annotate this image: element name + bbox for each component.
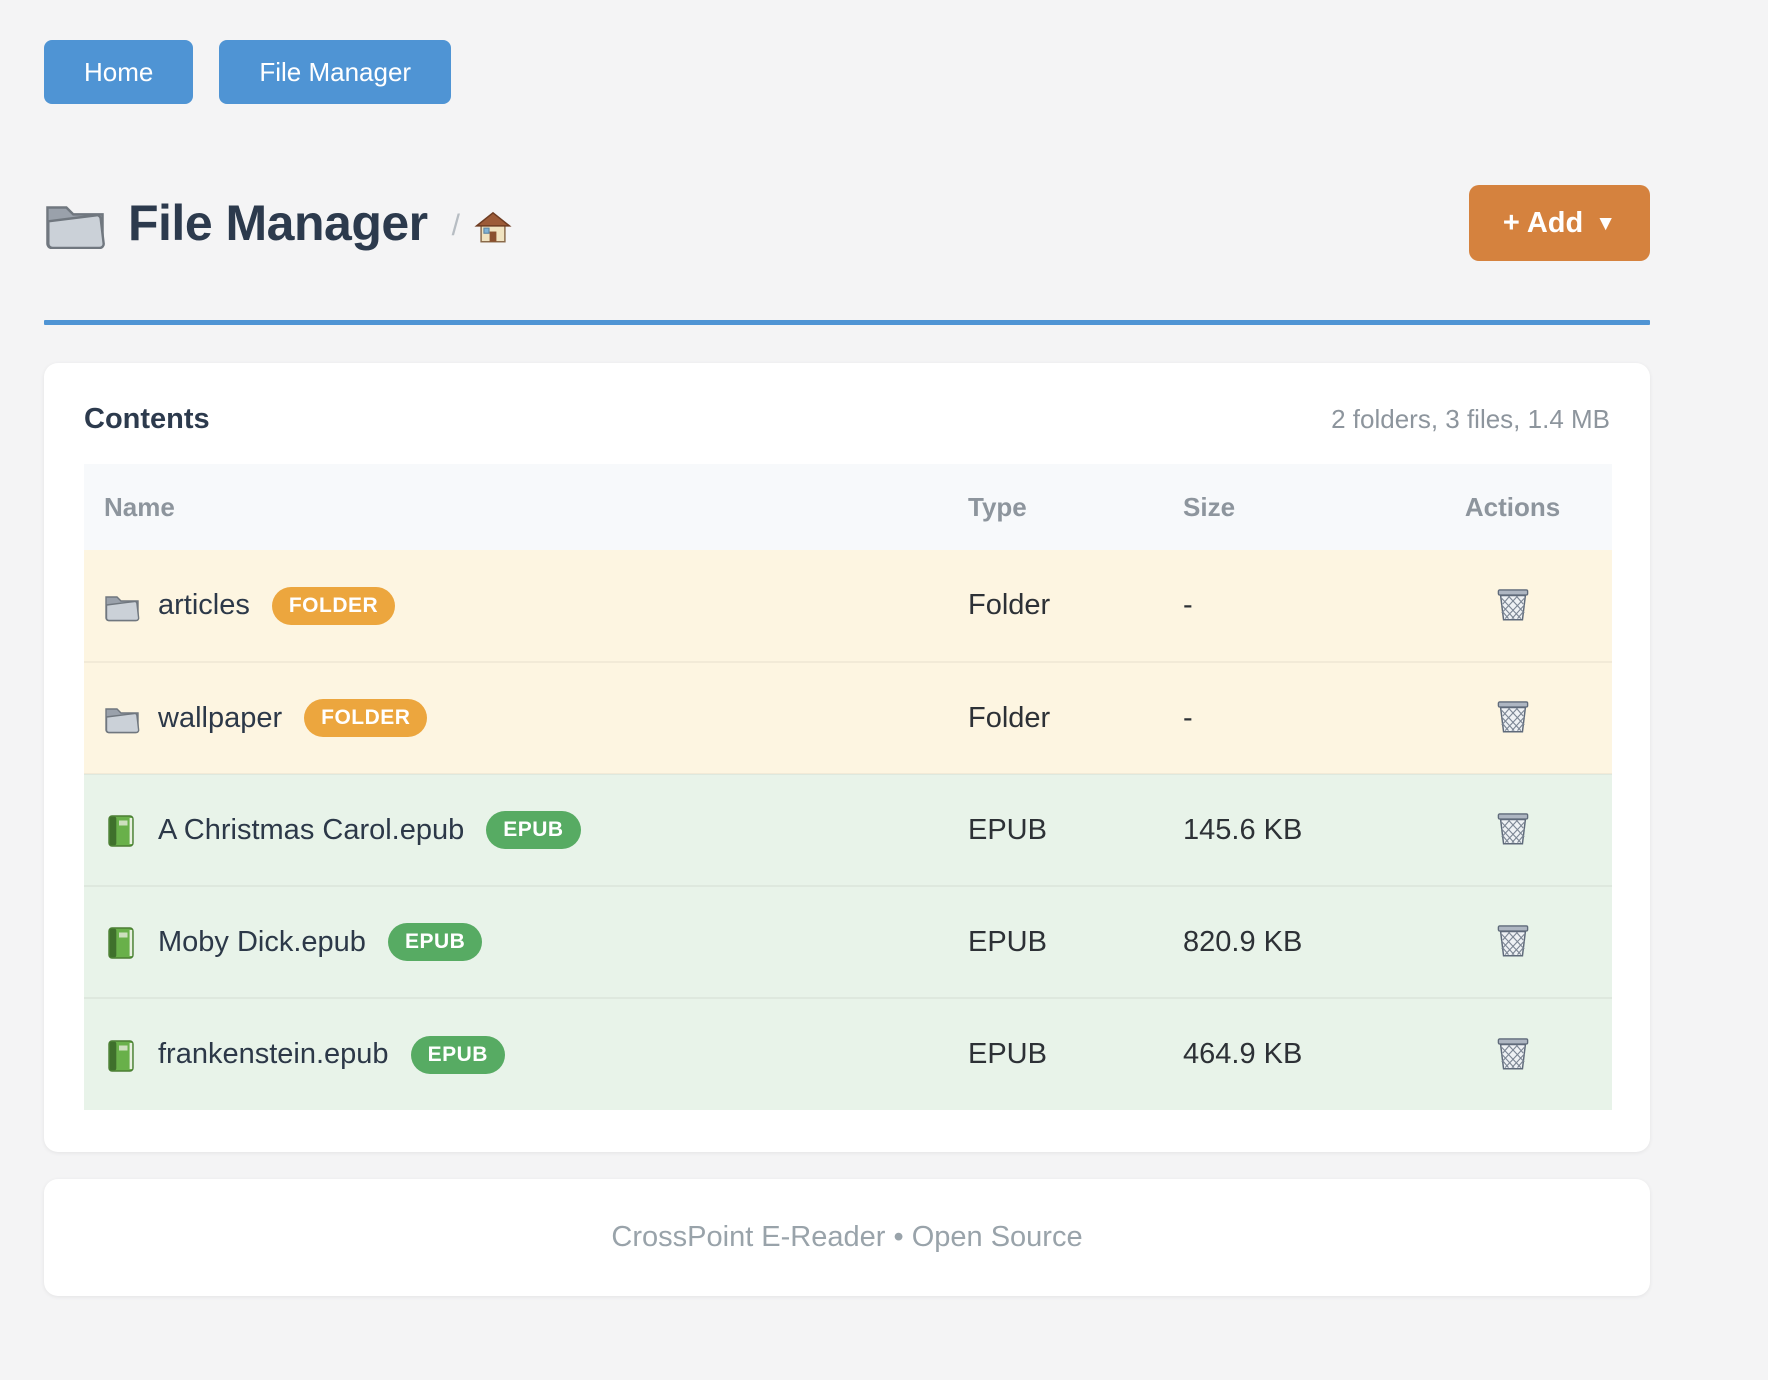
type-badge: FOLDER bbox=[272, 587, 395, 625]
home-button[interactable]: Home bbox=[44, 40, 193, 104]
size-cell: - bbox=[1183, 662, 1413, 774]
book-icon bbox=[104, 1039, 140, 1071]
table-header-row: Name Type Size Actions bbox=[84, 464, 1612, 550]
file-name[interactable]: Moby Dick.epub bbox=[158, 926, 366, 959]
type-badge: FOLDER bbox=[304, 699, 427, 737]
table-row-epub: A Christmas Carol.epub EPUB EPUB 145.6 K… bbox=[84, 774, 1612, 886]
column-header-size: Size bbox=[1183, 464, 1413, 550]
folder-icon bbox=[104, 702, 140, 734]
trash-icon bbox=[1495, 585, 1531, 623]
column-header-actions: Actions bbox=[1413, 464, 1612, 550]
file-name[interactable]: frankenstein.epub bbox=[158, 1038, 389, 1071]
folder-icon bbox=[44, 197, 106, 249]
type-cell: Folder bbox=[968, 550, 1183, 662]
breadcrumb-separator: / bbox=[452, 209, 460, 243]
file-table: Name Type Size Actions articles FOLDER F… bbox=[84, 464, 1612, 1110]
top-nav: Home File Manager bbox=[44, 40, 1650, 104]
chevron-down-icon: ▼ bbox=[1595, 213, 1616, 234]
contents-card: Contents 2 folders, 3 files, 1.4 MB Name… bbox=[44, 363, 1650, 1152]
file-name[interactable]: wallpaper bbox=[158, 702, 282, 735]
type-badge: EPUB bbox=[411, 1036, 505, 1074]
breadcrumb-home-link[interactable] bbox=[474, 210, 512, 244]
column-header-type: Type bbox=[968, 464, 1183, 550]
trash-icon bbox=[1495, 697, 1531, 735]
contents-summary: 2 folders, 3 files, 1.4 MB bbox=[1331, 404, 1610, 435]
page-title: File Manager bbox=[128, 194, 428, 252]
header-divider bbox=[44, 320, 1650, 325]
size-cell: 820.9 KB bbox=[1183, 886, 1413, 998]
footer-text: CrossPoint E-Reader • Open Source bbox=[611, 1221, 1082, 1254]
book-icon bbox=[104, 814, 140, 846]
footer: CrossPoint E-Reader • Open Source bbox=[44, 1179, 1650, 1296]
type-cell: EPUB bbox=[968, 774, 1183, 886]
size-cell: 464.9 KB bbox=[1183, 998, 1413, 1110]
delete-button[interactable] bbox=[1491, 917, 1535, 963]
delete-button[interactable] bbox=[1491, 693, 1535, 739]
file-manager-button[interactable]: File Manager bbox=[219, 40, 451, 104]
type-cell: EPUB bbox=[968, 886, 1183, 998]
file-name[interactable]: articles bbox=[158, 589, 250, 622]
add-button[interactable]: + Add ▼ bbox=[1469, 185, 1650, 261]
delete-button[interactable] bbox=[1491, 805, 1535, 851]
book-icon bbox=[104, 926, 140, 958]
type-badge: EPUB bbox=[486, 811, 580, 849]
size-cell: 145.6 KB bbox=[1183, 774, 1413, 886]
folder-icon bbox=[104, 590, 140, 622]
table-row-epub: Moby Dick.epub EPUB EPUB 820.9 KB bbox=[84, 886, 1612, 998]
delete-button[interactable] bbox=[1491, 581, 1535, 627]
page-content: Home File Manager File Manager / + Add ▼… bbox=[44, 0, 1650, 1296]
type-badge: EPUB bbox=[388, 923, 482, 961]
trash-icon bbox=[1495, 809, 1531, 847]
file-name[interactable]: A Christmas Carol.epub bbox=[158, 814, 464, 847]
type-cell: Folder bbox=[968, 662, 1183, 774]
size-cell: - bbox=[1183, 550, 1413, 662]
table-row-folder: wallpaper FOLDER Folder - bbox=[84, 662, 1612, 774]
table-row-folder: articles FOLDER Folder - bbox=[84, 550, 1612, 662]
trash-icon bbox=[1495, 921, 1531, 959]
add-button-label: + Add bbox=[1503, 207, 1583, 240]
contents-card-header: Contents 2 folders, 3 files, 1.4 MB bbox=[84, 403, 1610, 436]
house-icon bbox=[474, 210, 512, 244]
table-row-epub: frankenstein.epub EPUB EPUB 464.9 KB bbox=[84, 998, 1612, 1110]
contents-title: Contents bbox=[84, 403, 210, 436]
page-header: File Manager / + Add ▼ bbox=[44, 184, 1650, 262]
type-cell: EPUB bbox=[968, 998, 1183, 1110]
trash-icon bbox=[1495, 1034, 1531, 1072]
column-header-name: Name bbox=[84, 464, 968, 550]
delete-button[interactable] bbox=[1491, 1030, 1535, 1076]
